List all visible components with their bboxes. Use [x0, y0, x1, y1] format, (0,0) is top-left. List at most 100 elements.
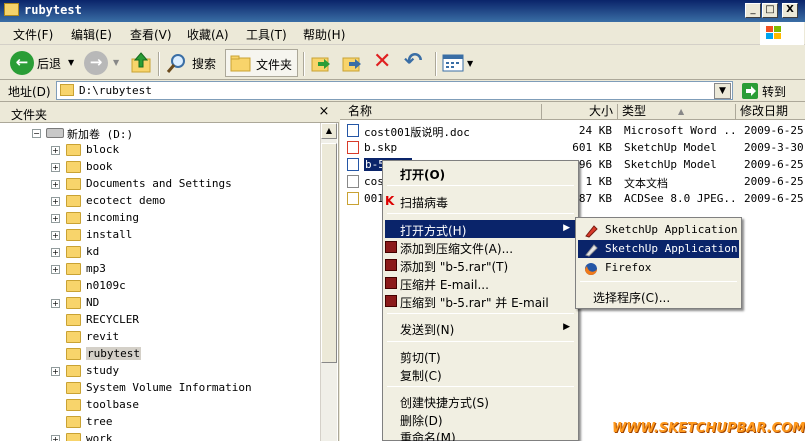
folder-icon	[66, 382, 81, 394]
file-row[interactable]: b.skp 601 KB SketchUp Model 2009-3-30	[340, 139, 805, 156]
folders-button[interactable]: 文件夹	[225, 49, 298, 77]
scroll-up-icon[interactable]: ▲	[321, 123, 337, 139]
folder-icon	[4, 3, 19, 16]
up-folder-icon[interactable]	[129, 51, 153, 75]
tree-root[interactable]: − 新加卷 (D:)	[0, 125, 320, 142]
folder-icon	[66, 229, 81, 241]
tree-item[interactable]: System Volume Information	[0, 380, 320, 397]
menu-item-scan-virus-label: 扫描病毒	[400, 196, 449, 210]
menu-item-add-archive[interactable]: 添加到压缩文件(A)...	[385, 238, 576, 256]
menu-edit[interactable]: 编辑(E)	[71, 26, 112, 43]
tree-item[interactable]: + ND	[0, 295, 320, 312]
back-dropdown-icon[interactable]: ▼	[68, 58, 74, 67]
file-row[interactable]: cost001版说明.doc 24 KB Microsoft Word ... 200…	[340, 122, 805, 139]
forward-arrow-icon[interactable]: →	[84, 51, 108, 75]
menu-help[interactable]: 帮助(H)	[303, 26, 345, 43]
open-with-firefox[interactable]: Firefox	[578, 259, 739, 277]
menu-item-compress-rar-email[interactable]: 压缩到 "b-5.rar" 并 E-mail	[385, 292, 576, 310]
tree-item[interactable]: + study	[0, 363, 320, 380]
close-icon[interactable]: ×	[317, 105, 331, 119]
menu-view[interactable]: 查看(V)	[130, 26, 172, 43]
expand-icon[interactable]: +	[51, 146, 60, 155]
tree-item[interactable]: + work	[0, 431, 320, 441]
menu-item-cut[interactable]: 剪切(T)	[385, 347, 576, 365]
tree-item[interactable]: n0109c	[0, 278, 320, 295]
expand-icon[interactable]: +	[51, 231, 60, 240]
tree-item-label: toolbase	[86, 398, 139, 411]
forward-dropdown-icon[interactable]: ▼	[113, 58, 119, 67]
menu-favorites[interactable]: 收藏(A)	[187, 26, 229, 43]
tree-item[interactable]: + install	[0, 227, 320, 244]
column-name[interactable]: 名称	[340, 104, 542, 120]
file-modified: 2009-6-25	[744, 158, 804, 171]
address-input[interactable]: D:\rubytest	[56, 81, 733, 100]
toolbar-separator	[158, 52, 160, 76]
title-bar[interactable]: rubytest _ □ X	[0, 0, 805, 22]
tree-item[interactable]: tree	[0, 414, 320, 431]
tree-item[interactable]: + Documents and Settings	[0, 176, 320, 193]
folder-pane-title: 文件夹	[11, 108, 48, 122]
tree-item[interactable]: toolbase	[0, 397, 320, 414]
expand-icon[interactable]: +	[51, 163, 60, 172]
expand-icon[interactable]: +	[51, 299, 60, 308]
delete-icon[interactable]: ✕	[373, 51, 391, 73]
scroll-thumb[interactable]	[321, 143, 337, 363]
tree-item[interactable]: revit	[0, 329, 320, 346]
column-type[interactable]: 类型 ▲	[618, 104, 736, 120]
back-arrow-icon[interactable]: ←	[10, 51, 34, 75]
tree-root-label: 新加卷 (D:)	[67, 128, 134, 141]
collapse-icon[interactable]: −	[32, 129, 41, 138]
menu-item-send-to[interactable]: 发送到(N) ▶	[385, 319, 576, 337]
tree-item[interactable]: rubytest	[0, 346, 320, 363]
tree-item[interactable]: + block	[0, 142, 320, 159]
menu-item-scan-virus[interactable]: K 扫描病毒	[385, 192, 576, 210]
expand-icon[interactable]: +	[51, 367, 60, 376]
open-with-sketchup-1[interactable]: SketchUp Application	[578, 221, 739, 239]
folder-scrollbar[interactable]: ▲	[320, 123, 337, 441]
menu-item-create-shortcut[interactable]: 创建快捷方式(S)	[385, 392, 576, 410]
open-with-choose-program[interactable]: 选择程序(C)...	[578, 287, 739, 305]
expand-icon[interactable]: +	[51, 435, 60, 441]
menu-item-delete[interactable]: 删除(D)	[385, 410, 576, 428]
folder-icon	[66, 246, 81, 258]
tree-item[interactable]: + incoming	[0, 210, 320, 227]
views-icon[interactable]	[442, 54, 464, 72]
undo-icon[interactable]: ↶	[404, 50, 422, 74]
tree-item[interactable]: RECYCLER	[0, 312, 320, 329]
tree-item[interactable]: + book	[0, 159, 320, 176]
search-icon[interactable]	[165, 51, 189, 75]
menu-file[interactable]: 文件(F)	[13, 26, 53, 43]
menu-item-add-to-rar[interactable]: 添加到 "b-5.rar"(T)	[385, 256, 576, 274]
go-button-label[interactable]: 转到	[762, 83, 786, 100]
tree-item-label: RECYCLER	[86, 313, 139, 326]
move-to-icon[interactable]	[310, 53, 332, 73]
views-dropdown-icon[interactable]: ▼	[467, 59, 473, 68]
tree-item[interactable]: + ecotect demo	[0, 193, 320, 210]
toolbar-separator	[435, 52, 437, 76]
tree-item[interactable]: + kd	[0, 244, 320, 261]
menu-item-compress-email[interactable]: 压缩并 E-mail...	[385, 274, 576, 292]
menu-item-open-with[interactable]: 打开方式(H) ▶	[385, 220, 576, 238]
column-size[interactable]: 大小	[542, 104, 618, 120]
tree-item[interactable]: + mp3	[0, 261, 320, 278]
close-button[interactable]: X	[782, 3, 798, 18]
expand-icon[interactable]: +	[51, 214, 60, 223]
expand-icon[interactable]: +	[51, 265, 60, 274]
column-modified[interactable]: 修改日期	[736, 104, 805, 120]
search-button-label[interactable]: 搜索	[192, 55, 216, 72]
tree-item-label: System Volume Information	[86, 381, 252, 394]
menu-item-rename[interactable]: 重命名(M)	[385, 427, 576, 441]
open-with-sketchup-2[interactable]: SketchUp Application	[578, 240, 739, 258]
expand-icon[interactable]: +	[51, 197, 60, 206]
address-dropdown-icon[interactable]: ▼	[714, 83, 731, 99]
menu-item-open[interactable]: 打开(O)	[385, 164, 576, 182]
maximize-button[interactable]: □	[762, 3, 778, 18]
minimize-button[interactable]: _	[745, 3, 761, 18]
go-arrow-icon[interactable]	[741, 82, 759, 100]
expand-icon[interactable]: +	[51, 248, 60, 257]
menu-item-copy[interactable]: 复制(C)	[385, 365, 576, 383]
back-button-label[interactable]: 后退	[37, 55, 61, 72]
expand-icon[interactable]: +	[51, 180, 60, 189]
menu-tools[interactable]: 工具(T)	[246, 26, 287, 43]
copy-to-icon[interactable]	[341, 53, 363, 73]
